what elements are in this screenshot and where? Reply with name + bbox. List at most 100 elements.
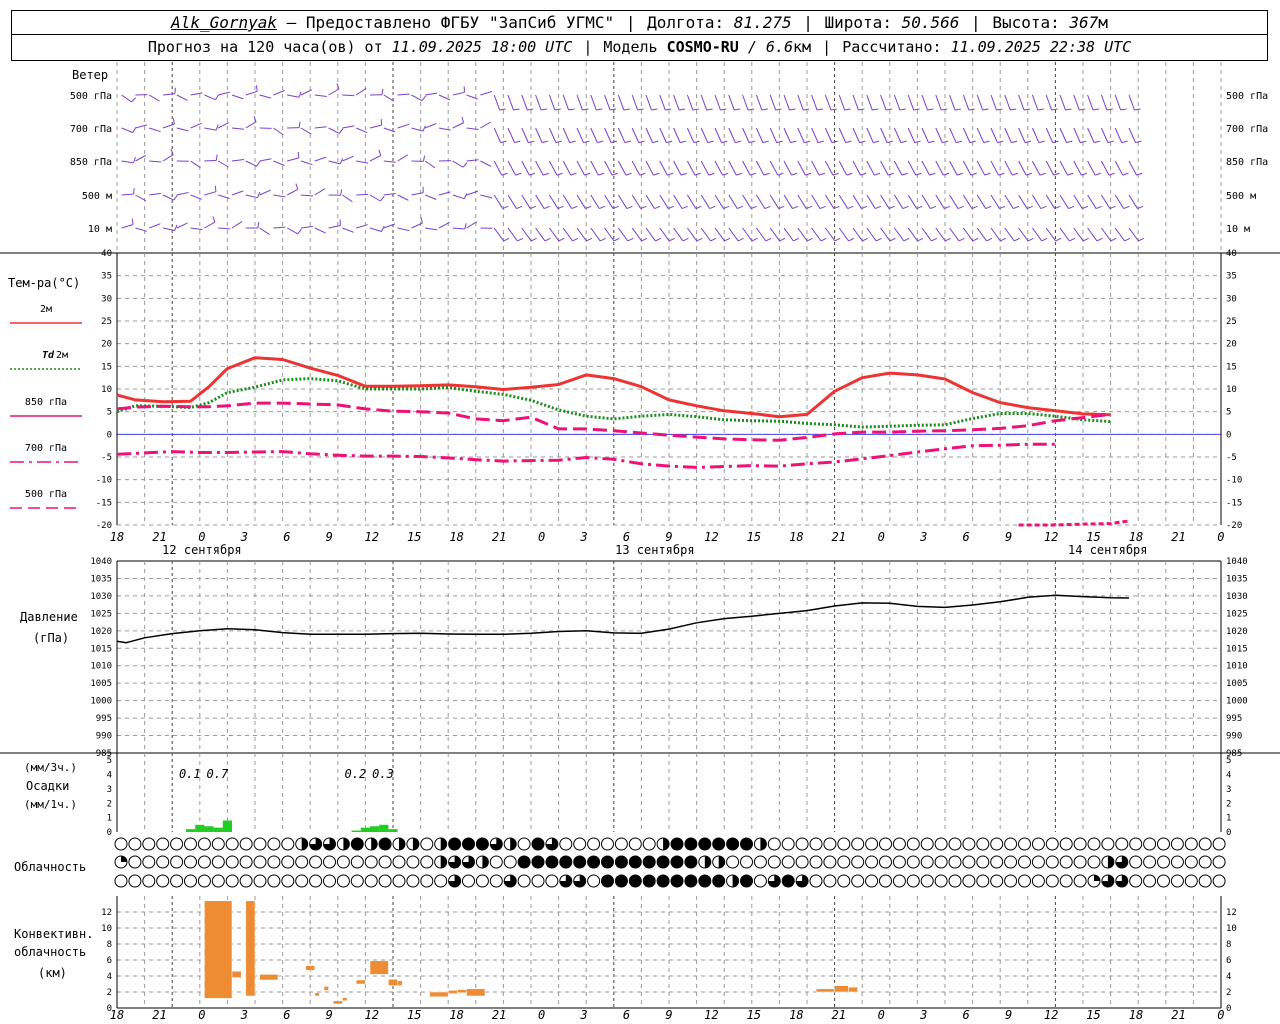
convective-bar [429, 991, 449, 998]
wind-barb [686, 94, 694, 111]
wind-barb [149, 127, 161, 133]
wind-barb-feather [696, 237, 703, 242]
cloud-cover-circle [781, 874, 795, 888]
wind-barb [1128, 194, 1138, 209]
cloud-cover-circle [323, 874, 336, 888]
cloud-circle-outline [350, 855, 364, 869]
cloud-cover-circle [225, 874, 239, 888]
cloud-circle-outline [1212, 874, 1226, 888]
wind-barb [976, 94, 984, 111]
cloud-cover-circle [350, 874, 364, 888]
cloud-circle-outline [1031, 855, 1045, 869]
wind-barb-feather [720, 108, 727, 111]
wind-barb [218, 91, 230, 96]
wind-barb [356, 160, 369, 164]
wind-barb [728, 194, 738, 209]
wind-barb-feather [517, 237, 524, 242]
cloud-half-fill [704, 856, 711, 868]
wind-barb-feather [958, 237, 965, 242]
wind-barb [714, 160, 723, 176]
time-tick-mid: 6 [963, 530, 970, 544]
wind-barb-feather [983, 140, 990, 144]
precip-3h-total: 0.1 [179, 767, 201, 781]
wind-barb-feather [860, 172, 867, 176]
cloud-cover-circle [253, 874, 267, 888]
wind-barb-feather [875, 205, 882, 210]
wind-barb [797, 94, 804, 111]
wind-barb [755, 127, 764, 143]
wind-barb-feather [764, 205, 771, 210]
wind-barb [1004, 94, 1011, 111]
wind-barb [342, 227, 354, 233]
wind-barb-feather [986, 237, 993, 242]
cloud-circle-outline [156, 837, 170, 851]
cloud-circle-outline [420, 855, 434, 869]
wind-barb [769, 94, 777, 111]
cloud-cover-circle [336, 874, 350, 888]
wind-barb-feather [503, 237, 510, 242]
wind-barb-feather [214, 185, 217, 192]
wind-barb-feather [709, 205, 716, 210]
cloud-circle-outline [489, 874, 503, 888]
wind-barb [700, 194, 711, 209]
cloud-circle-outline [1143, 837, 1157, 851]
wind-barb-feather [1094, 172, 1101, 176]
cloud-cover-circle [601, 837, 614, 851]
wind-barb-feather [913, 108, 920, 111]
precip-bar [213, 827, 223, 832]
cloud-circle-outline [767, 855, 781, 869]
wind-barb-feather [886, 140, 894, 144]
convective-bar [466, 988, 486, 997]
wind-barb-feather [597, 140, 604, 144]
wind-barb [397, 123, 410, 129]
cloud-cover-circle [1073, 837, 1087, 851]
cloud-cover-circle [323, 855, 336, 869]
wind-barb [880, 194, 890, 209]
cloud-cover-circle [865, 855, 879, 869]
temp-tick-right: 0 [1226, 430, 1231, 440]
temp-tick-right: 15 [1226, 362, 1237, 372]
wind-barb [535, 94, 542, 111]
wind-barb-feather [806, 237, 813, 242]
wind-barb-feather [859, 140, 866, 144]
cloud-circle-outline [948, 874, 962, 888]
wind-barb [631, 227, 643, 242]
wind-barb [452, 122, 464, 129]
wind-barb [535, 227, 546, 242]
wind-barb-feather [791, 172, 798, 176]
wind-barb-feather [678, 108, 686, 111]
wind-barb [562, 227, 574, 242]
cloud-cover-circle [434, 874, 448, 888]
wind-barb [162, 154, 174, 162]
wind-barb-feather [996, 108, 1003, 111]
cloud-circle-outline [503, 855, 517, 869]
wind-barb-feather [1081, 172, 1088, 176]
wind-barb [893, 94, 901, 111]
wind-barb [1004, 127, 1012, 143]
wind-barb-feather [737, 237, 744, 242]
pressure-tick-right: 1005 [1226, 679, 1248, 689]
wind-barb-feather [1106, 108, 1113, 111]
pressure-tick-right: 1015 [1226, 644, 1248, 654]
cloud-cover-circle [281, 855, 295, 869]
wind-barb [742, 160, 751, 176]
wind-barb-feather [298, 121, 301, 128]
wind-barb [548, 127, 557, 143]
wind-barb-feather [875, 237, 882, 242]
precip-bar [360, 827, 370, 832]
wind-barb [149, 223, 161, 229]
cloud-circle-outline [587, 837, 601, 851]
cloud-circle-outline [211, 855, 225, 869]
temp-tick-left: 25 [101, 317, 112, 327]
cloud-circle-outline [420, 837, 434, 851]
cloud-cover-circle [197, 837, 211, 851]
wind-barb [521, 127, 529, 143]
wind-barb-feather [339, 158, 344, 165]
time-tick-mid: 0 [538, 530, 545, 544]
wind-barb-feather [515, 172, 522, 176]
wind-barb-feather [1023, 108, 1031, 111]
cloud-circle-outline [281, 874, 295, 888]
cloud-circle-outline [462, 874, 475, 888]
cloud-cover-circle [225, 837, 239, 851]
temp-tick-left: -10 [96, 476, 112, 486]
